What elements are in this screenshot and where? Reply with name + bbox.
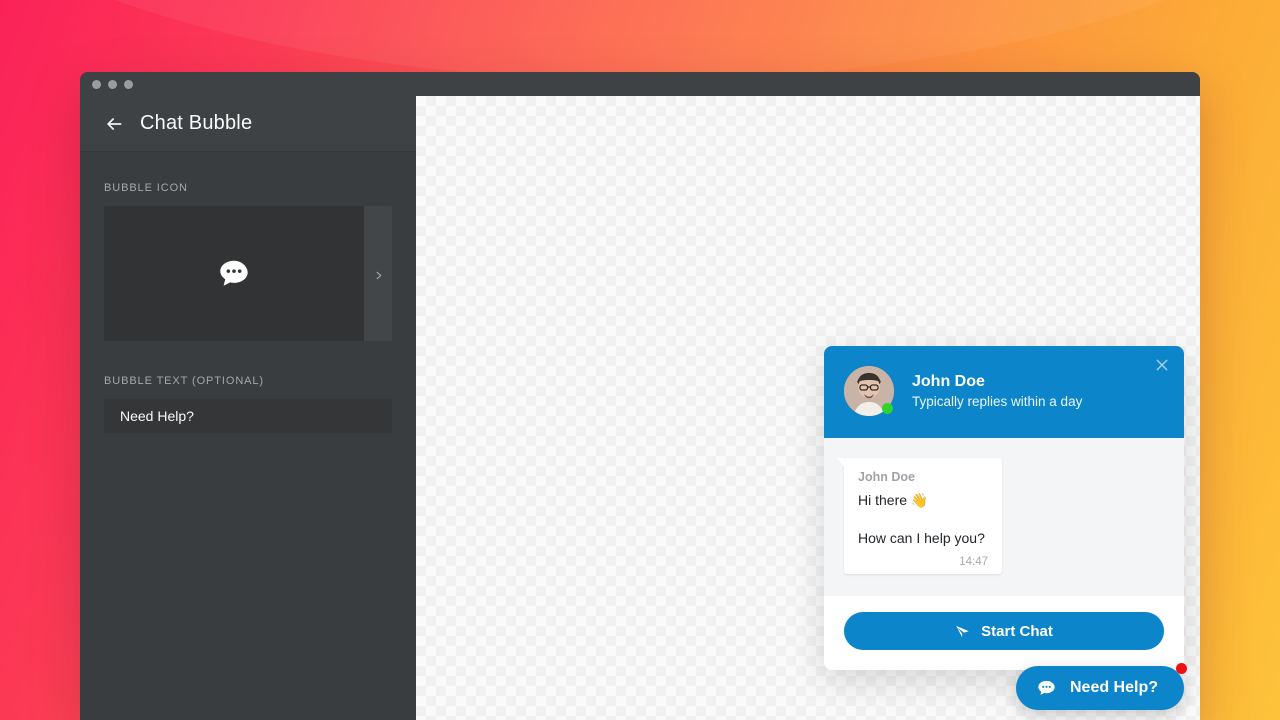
avatar xyxy=(844,366,894,416)
speech-bubble-dots-icon xyxy=(217,257,251,291)
bubble-icon-label: BUBBLE ICON xyxy=(104,182,188,194)
message-timestamp: 14:47 xyxy=(959,556,988,568)
message-line: Hi there 👋 xyxy=(858,492,929,508)
chat-widget-footer: Start Chat xyxy=(824,596,1184,670)
chat-message-area: John Doe Hi there 👋 How can I help you? … xyxy=(824,438,1184,596)
app-window: Chat Bubble BUBBLE ICON BUBBLE TEXT (OPT… xyxy=(80,72,1200,720)
chat-widget-card: John Doe Typically replies within a day … xyxy=(824,346,1184,670)
chevron-right-icon xyxy=(373,268,384,280)
window-maximize-button[interactable] xyxy=(124,79,133,89)
chat-launcher-bubble[interactable]: Need Help? xyxy=(1015,663,1187,710)
bubble-icon-preview[interactable] xyxy=(104,206,364,341)
preview-canvas: John Doe Typically replies within a day … xyxy=(416,96,1200,720)
sidebar-content: BUBBLE ICON BUBBLE TEXT (OPTIONAL) Need … xyxy=(80,152,416,433)
chat-widget-header: John Doe Typically replies within a day xyxy=(824,346,1184,438)
close-icon[interactable] xyxy=(1154,357,1170,373)
agent-name: John Doe xyxy=(912,373,985,390)
window-close-button[interactable] xyxy=(92,79,101,89)
notification-badge xyxy=(1176,663,1187,674)
agent-status: Typically replies within a day xyxy=(912,394,1083,409)
page-title: Chat Bubble xyxy=(140,112,253,134)
bubble-icon-next-button[interactable] xyxy=(364,206,392,341)
bubble-icon-picker[interactable] xyxy=(104,206,392,341)
send-plane-icon xyxy=(955,624,970,639)
speech-bubble-dots-icon xyxy=(1036,678,1057,699)
chat-message-bubble: John Doe Hi there 👋 How can I help you? … xyxy=(837,458,1002,574)
window-titlebar xyxy=(80,72,1200,96)
window-minimize-button[interactable] xyxy=(108,79,117,89)
settings-sidebar: Chat Bubble BUBBLE ICON BUBBLE TEXT (OPT… xyxy=(80,96,416,720)
start-chat-label: Start Chat xyxy=(981,622,1053,640)
message-line: How can I help you? xyxy=(858,530,985,546)
background-arc xyxy=(0,0,1280,80)
chat-launcher-label: Need Help? xyxy=(1069,679,1158,696)
online-status-dot xyxy=(882,403,893,414)
bubble-text-input[interactable] xyxy=(104,399,392,433)
back-arrow-icon[interactable] xyxy=(104,114,124,134)
message-sender: John Doe xyxy=(858,470,915,484)
agent-info: John Doe Typically replies within a day xyxy=(912,373,1082,409)
window-body: Chat Bubble BUBBLE ICON BUBBLE TEXT (OPT… xyxy=(80,96,1200,720)
bubble-text-label: BUBBLE TEXT (OPTIONAL) xyxy=(104,375,264,387)
start-chat-button[interactable]: Start Chat xyxy=(844,612,1164,650)
sidebar-header: Chat Bubble xyxy=(80,96,416,152)
